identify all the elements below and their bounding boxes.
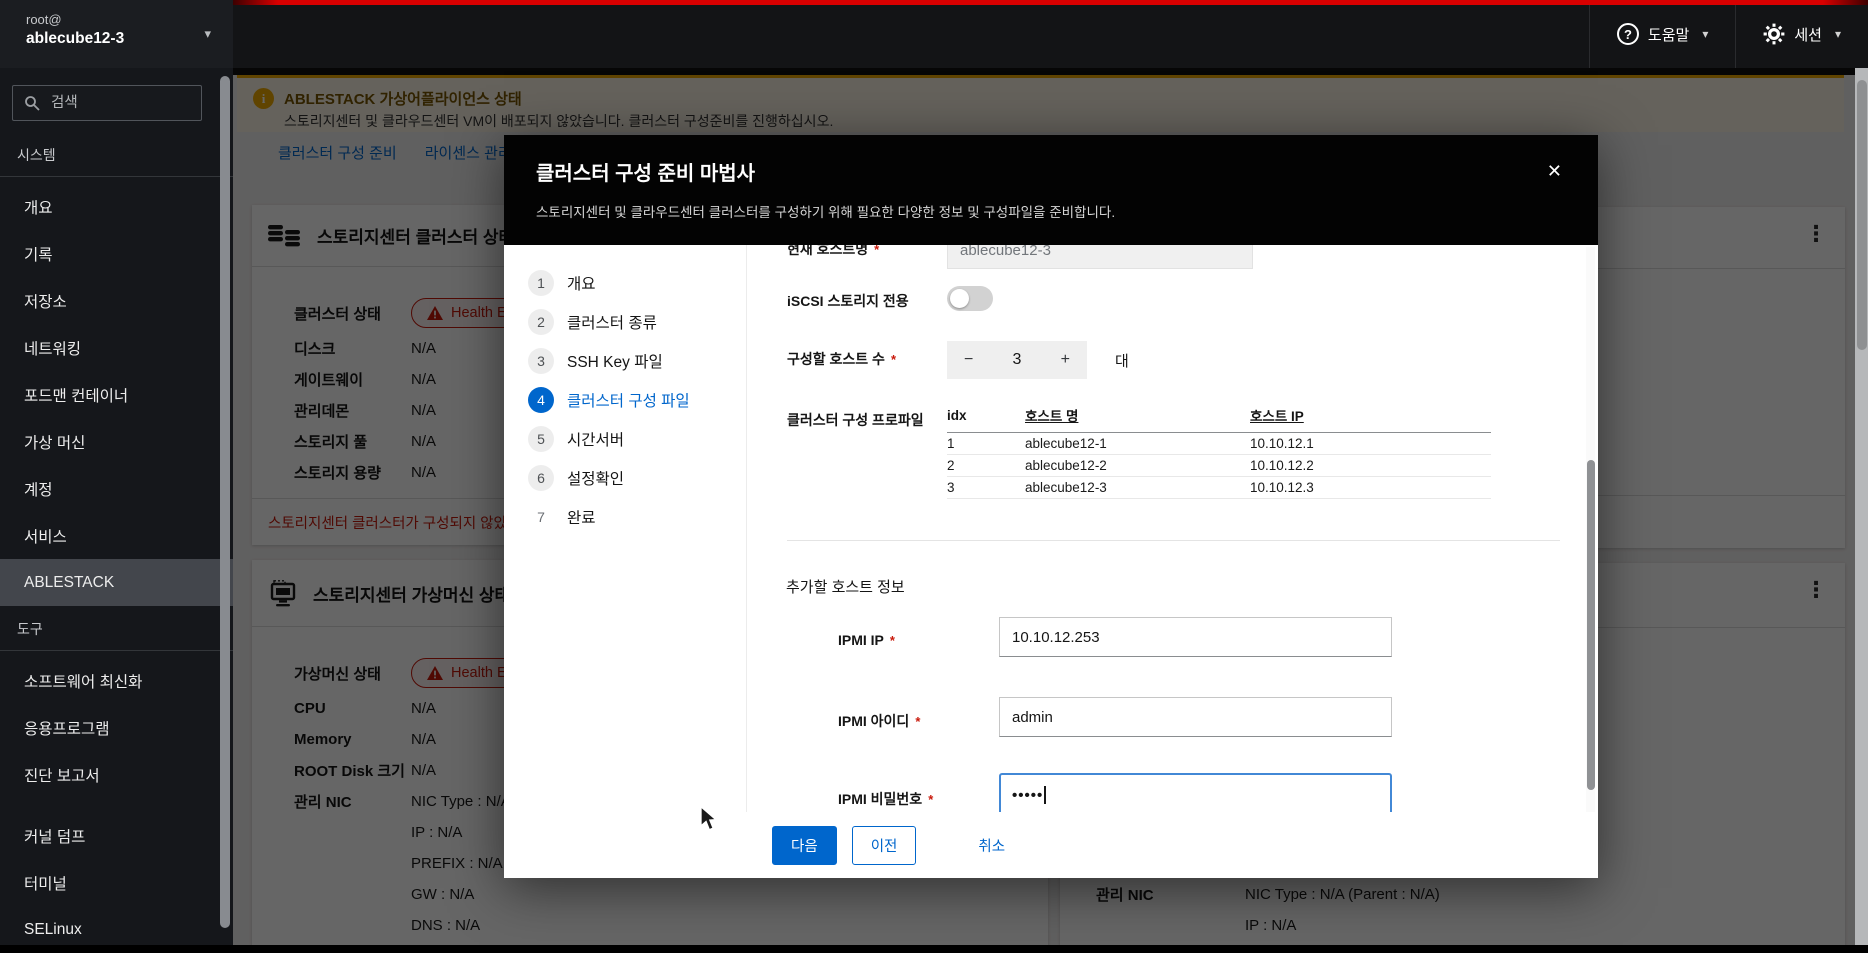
sidebar-item-accounts[interactable]: 계정: [0, 465, 233, 512]
sidebar-scrollbar[interactable]: [220, 76, 230, 928]
table-row: 3 ablecube12-3 10.10.12.3: [947, 476, 1491, 499]
sidebar-item-selinux[interactable]: SELinux: [0, 906, 233, 953]
sidebar-item-software-updates[interactable]: 소프트웨어 최신화: [0, 657, 233, 704]
nav-section-tools: 도구: [17, 621, 43, 637]
cluster-wizard-modal: 클러스터 구성 준비 마법사 스토리지센터 및 클라우드센터 클러스터를 구성하…: [504, 135, 1598, 878]
password-dots: •••••: [1012, 786, 1044, 804]
table-row: 2 ablecube12-2 10.10.12.2: [947, 454, 1491, 477]
ipmi-password-label: IPMI 비밀번호 *: [838, 791, 934, 807]
ipmi-ip-input[interactable]: [999, 617, 1392, 657]
ipmi-password-input[interactable]: •••••: [999, 773, 1392, 812]
divider: [0, 176, 233, 177]
plus-button[interactable]: +: [1061, 351, 1070, 369]
brand-accent-bar: [233, 0, 1868, 5]
iscsi-label: iSCSI 스토리지 전용: [787, 293, 909, 309]
wizard-steps: 1 개요 2 클러스터 종류 3 SSH Key 파일 4 클러스터 구성 파일 5 시간…: [504, 245, 747, 812]
masthead: root@ ablecube12-3 ▾ ? 도움말 ▾ 세션 ▾: [0, 0, 1868, 68]
host-count-value: 3: [1012, 351, 1022, 368]
cluster-profile-table: idx 호스트 명 호스트 IP 1 ablecube12-1 10.10.12…: [947, 403, 1491, 499]
sidebar-nav: 시스템 개요 기록 저장소 네트워킹 포드맨 컨테이너 가상 머신 계정 서비스…: [0, 138, 233, 953]
add-host-section-title: 추가할 호스트 정보: [786, 579, 905, 596]
step-time-server[interactable]: 5 시간서버: [504, 419, 746, 458]
sidebar-item-services[interactable]: 서비스: [0, 512, 233, 559]
hostname-input: [947, 245, 1253, 269]
modal-scrollbar-thumb[interactable]: [1586, 460, 1595, 790]
step-cluster-type[interactable]: 2 클러스터 종류: [504, 302, 746, 341]
modal-footer: 다음 이전 취소: [504, 812, 1598, 878]
content-scrollbar[interactable]: [1855, 68, 1868, 945]
text-cursor: [1044, 786, 1046, 804]
masthead-hostname: ablecube12-3: [26, 30, 125, 47]
ipmi-id-input[interactable]: [999, 697, 1392, 737]
help-icon: ?: [1616, 23, 1639, 45]
col-hostname[interactable]: 호스트 명: [1025, 403, 1250, 433]
modal-subtitle: 스토리지센터 및 클라우드센터 클러스터를 구성하기 위해 필요한 다양한 정보…: [536, 205, 1116, 220]
wizard-form: 현재 호스트명* iSCSI 스토리지 전용 구성할 호스트 수* − 3 + …: [747, 245, 1598, 812]
step-cluster-config-file[interactable]: 4 클러스터 구성 파일: [504, 380, 746, 419]
col-hostip[interactable]: 호스트 IP: [1250, 403, 1491, 433]
sidebar-item-virtual-machines[interactable]: 가상 머신: [0, 418, 233, 465]
hostname-label: 현재 호스트명 *: [787, 245, 880, 257]
col-idx: idx: [947, 403, 1025, 433]
ipmi-id-label: IPMI 아이디 *: [838, 713, 921, 729]
minus-button[interactable]: −: [964, 351, 973, 369]
step-done[interactable]: 7 완료: [504, 497, 746, 536]
gear-icon: [1763, 23, 1785, 45]
step-ssh-key[interactable]: 3 SSH Key 파일: [504, 341, 746, 380]
sidebar-item-storage[interactable]: 저장소: [0, 277, 233, 324]
divider: [0, 650, 233, 651]
prev-button[interactable]: 이전: [851, 826, 917, 865]
divider: [787, 540, 1560, 541]
session-label: 세션: [1794, 26, 1822, 44]
sidebar-item-diagnostic-reports[interactable]: 진단 보고서: [0, 751, 233, 798]
help-label: 도움말: [1647, 26, 1690, 44]
sidebar-item-networking[interactable]: 네트워킹: [0, 324, 233, 371]
nav-section-system: 시스템: [17, 147, 56, 163]
masthead-user: root@: [26, 12, 62, 27]
modal-title: 클러스터 구성 준비 마법사: [536, 163, 756, 185]
step-confirm[interactable]: 6 설정확인: [504, 458, 746, 497]
cancel-button[interactable]: 취소: [960, 826, 1023, 864]
close-icon[interactable]: ✕: [1547, 161, 1562, 182]
modal-body: 1 개요 2 클러스터 종류 3 SSH Key 파일 4 클러스터 구성 파일 5 시간…: [504, 245, 1598, 812]
sidebar-item-applications[interactable]: 응용프로그램: [0, 704, 233, 751]
profile-label: 클러스터 구성 프로파일: [787, 412, 924, 428]
sidebar-item-kernel-dump[interactable]: 커널 덤프: [0, 812, 233, 859]
chevron-down-icon: ▾: [1834, 27, 1841, 41]
sidebar-item-overview[interactable]: 개요: [0, 183, 233, 230]
modal-header: 클러스터 구성 준비 마법사 스토리지센터 및 클라우드센터 클러스터를 구성하…: [504, 135, 1598, 245]
search-input[interactable]: [49, 94, 183, 112]
sidebar-item-ablestack[interactable]: ABLESTACK: [0, 559, 233, 606]
chevron-down-icon: ▾: [1702, 27, 1709, 41]
help-menu[interactable]: ? 도움말 ▾: [1588, 0, 1735, 68]
modal-scrollbar[interactable]: [1586, 247, 1595, 812]
sidebar-search[interactable]: [12, 85, 202, 121]
next-button[interactable]: 다음: [772, 826, 837, 865]
sidebar-item-terminal[interactable]: 터미널: [0, 859, 233, 906]
sidebar-item-podman[interactable]: 포드맨 컨테이너: [0, 371, 233, 418]
iscsi-toggle[interactable]: [947, 286, 993, 311]
search-icon: [24, 95, 40, 111]
ipmi-ip-label: IPMI IP *: [838, 632, 895, 648]
content-scrollbar-thumb[interactable]: [1856, 80, 1867, 350]
host-count-unit: 대: [1115, 353, 1129, 370]
sidebar-item-logs[interactable]: 기록: [0, 230, 233, 277]
table-row: 1 ablecube12-1 10.10.12.1: [947, 432, 1491, 455]
host-switcher[interactable]: root@ ablecube12-3 ▾: [0, 0, 233, 68]
chevron-down-icon: ▾: [204, 26, 211, 41]
host-count-stepper: − 3 +: [947, 341, 1087, 379]
host-count-label: 구성할 호스트 수 *: [787, 351, 897, 367]
step-overview[interactable]: 1 개요: [504, 263, 746, 302]
session-menu[interactable]: 세션 ▾: [1735, 0, 1868, 68]
sidebar: 시스템 개요 기록 저장소 네트워킹 포드맨 컨테이너 가상 머신 계정 서비스…: [0, 68, 233, 945]
